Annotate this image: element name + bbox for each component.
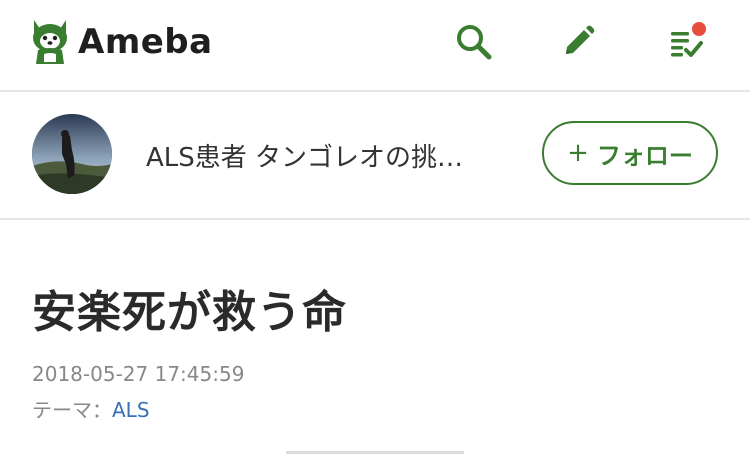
article-theme: テーマ：ALS <box>32 394 150 423</box>
blog-title[interactable]: ALS患者 タンゴレオの挑… <box>146 137 496 174</box>
pencil-icon <box>566 25 595 54</box>
theme-link[interactable]: ALS <box>112 398 150 422</box>
app-header: Ameba <box>0 0 750 92</box>
content-divider <box>286 451 464 454</box>
search-button[interactable] <box>454 22 494 62</box>
ameba-mascot-icon <box>33 20 67 64</box>
article-header: 安楽死が救う命 2018-05-27 17:45:59 テーマ：ALS <box>0 220 750 458</box>
blog-info-bar: ALS患者 タンゴレオの挑… + フォロー <box>0 92 750 220</box>
article-date: 2018-05-27 17:45:59 <box>32 362 245 386</box>
theme-label: テーマ： <box>32 398 112 422</box>
search-icon <box>457 25 492 60</box>
ameba-logo[interactable]: Ameba <box>30 16 213 68</box>
logo-text: Ameba <box>78 22 213 62</box>
write-post-button[interactable] <box>558 22 598 62</box>
plus-icon: + <box>567 138 589 168</box>
profile-photo <box>32 114 112 194</box>
article-title: 安楽死が救う命 <box>32 287 347 338</box>
reader-feed-button[interactable] <box>666 20 708 62</box>
notification-dot <box>690 20 708 38</box>
follow-button[interactable]: + フォロー <box>542 121 718 185</box>
avatar[interactable] <box>32 114 112 194</box>
follow-label: フォロー <box>596 141 693 170</box>
